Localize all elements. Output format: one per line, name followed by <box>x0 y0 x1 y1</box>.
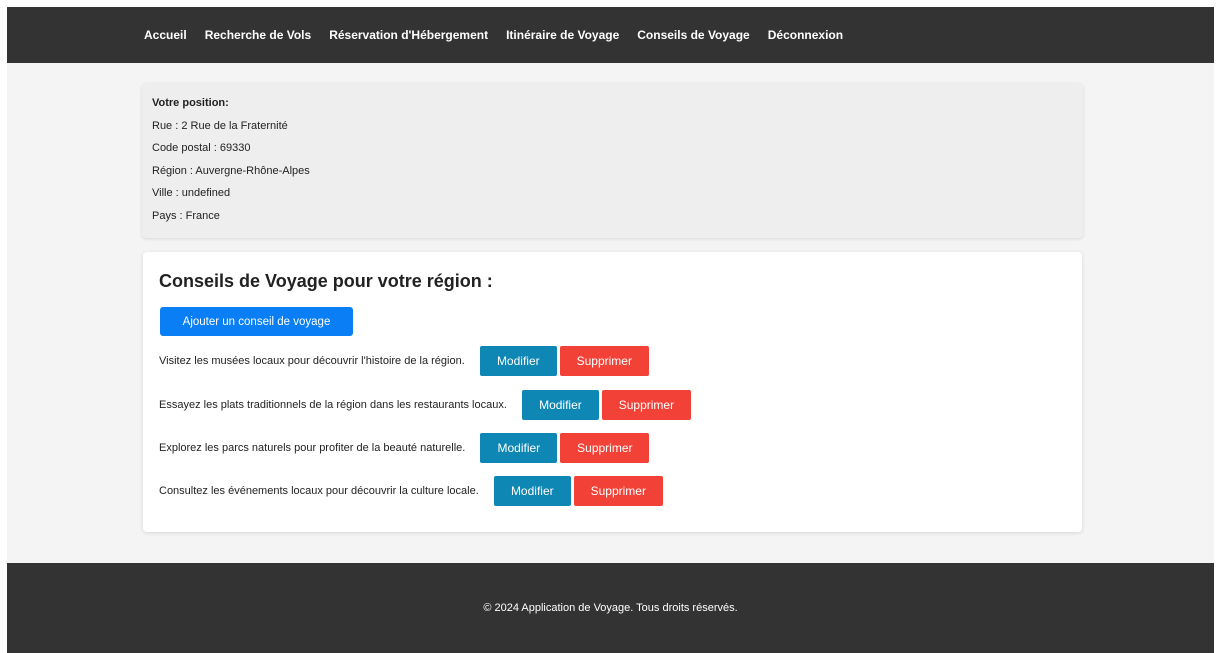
location-panel: Votre position: Rue : 2 Rue de la Frater… <box>142 83 1083 238</box>
delete-tip-button[interactable]: Supprimer <box>601 390 691 420</box>
location-street: Rue : 2 Rue de la Fraternité <box>152 119 288 132</box>
location-postal-code: Code postal : 69330 <box>152 142 251 154</box>
tip-text: Consultez les événements locaux pour déc… <box>159 485 479 497</box>
edit-tip-button[interactable]: Modifier <box>493 476 571 506</box>
tip-row: Visitez les musées locaux pour découvrir… <box>159 346 649 376</box>
top-navbar: Accueil Recherche de Vols Réservation d'… <box>7 7 1214 63</box>
footer-copyright: © 2024 Application de Voyage. Tous droit… <box>483 602 738 614</box>
tip-text: Visitez les musées locaux pour découvrir… <box>159 355 465 367</box>
edit-tip-button[interactable]: Modifier <box>479 346 557 376</box>
nav-links: Accueil Recherche de Vols Réservation d'… <box>144 7 861 63</box>
nav-link-reservation-hebergement[interactable]: Réservation d'Hébergement <box>329 28 488 42</box>
tip-text: Explorez les parcs naturels pour profite… <box>159 442 466 454</box>
delete-tip-button[interactable]: Supprimer <box>560 433 650 463</box>
page-footer: © 2024 Application de Voyage. Tous droit… <box>7 563 1214 653</box>
delete-tip-button[interactable]: Supprimer <box>559 346 649 376</box>
tips-title: Conseils de Voyage pour votre région : <box>159 271 493 291</box>
nav-link-accueil[interactable]: Accueil <box>144 28 187 42</box>
travel-tips-panel: Conseils de Voyage pour votre région : A… <box>143 252 1082 532</box>
tip-row: Explorez les parcs naturels pour profite… <box>159 433 650 463</box>
edit-tip-button[interactable]: Modifier <box>480 433 558 463</box>
delete-tip-button[interactable]: Supprimer <box>573 476 663 506</box>
nav-link-deconnexion[interactable]: Déconnexion <box>768 28 843 42</box>
nav-link-itineraire[interactable]: Itinéraire de Voyage <box>506 28 619 42</box>
nav-link-recherche-vols[interactable]: Recherche de Vols <box>205 28 312 42</box>
add-tip-button[interactable]: Ajouter un conseil de voyage <box>160 307 353 336</box>
location-country: Pays : France <box>152 209 220 222</box>
location-region: Région : Auvergne-Rhône-Alpes <box>152 164 310 177</box>
nav-link-conseils[interactable]: Conseils de Voyage <box>637 28 749 42</box>
app-frame: Accueil Recherche de Vols Réservation d'… <box>7 7 1214 653</box>
location-city: Ville : undefined <box>152 187 231 199</box>
tip-text: Essayez les plats traditionnels de la ré… <box>159 399 507 411</box>
location-title: Votre position: <box>152 97 229 109</box>
tip-row: Consultez les événements locaux pour déc… <box>159 476 663 506</box>
edit-tip-button[interactable]: Modifier <box>521 390 599 420</box>
tip-row: Essayez les plats traditionnels de la ré… <box>159 390 691 420</box>
